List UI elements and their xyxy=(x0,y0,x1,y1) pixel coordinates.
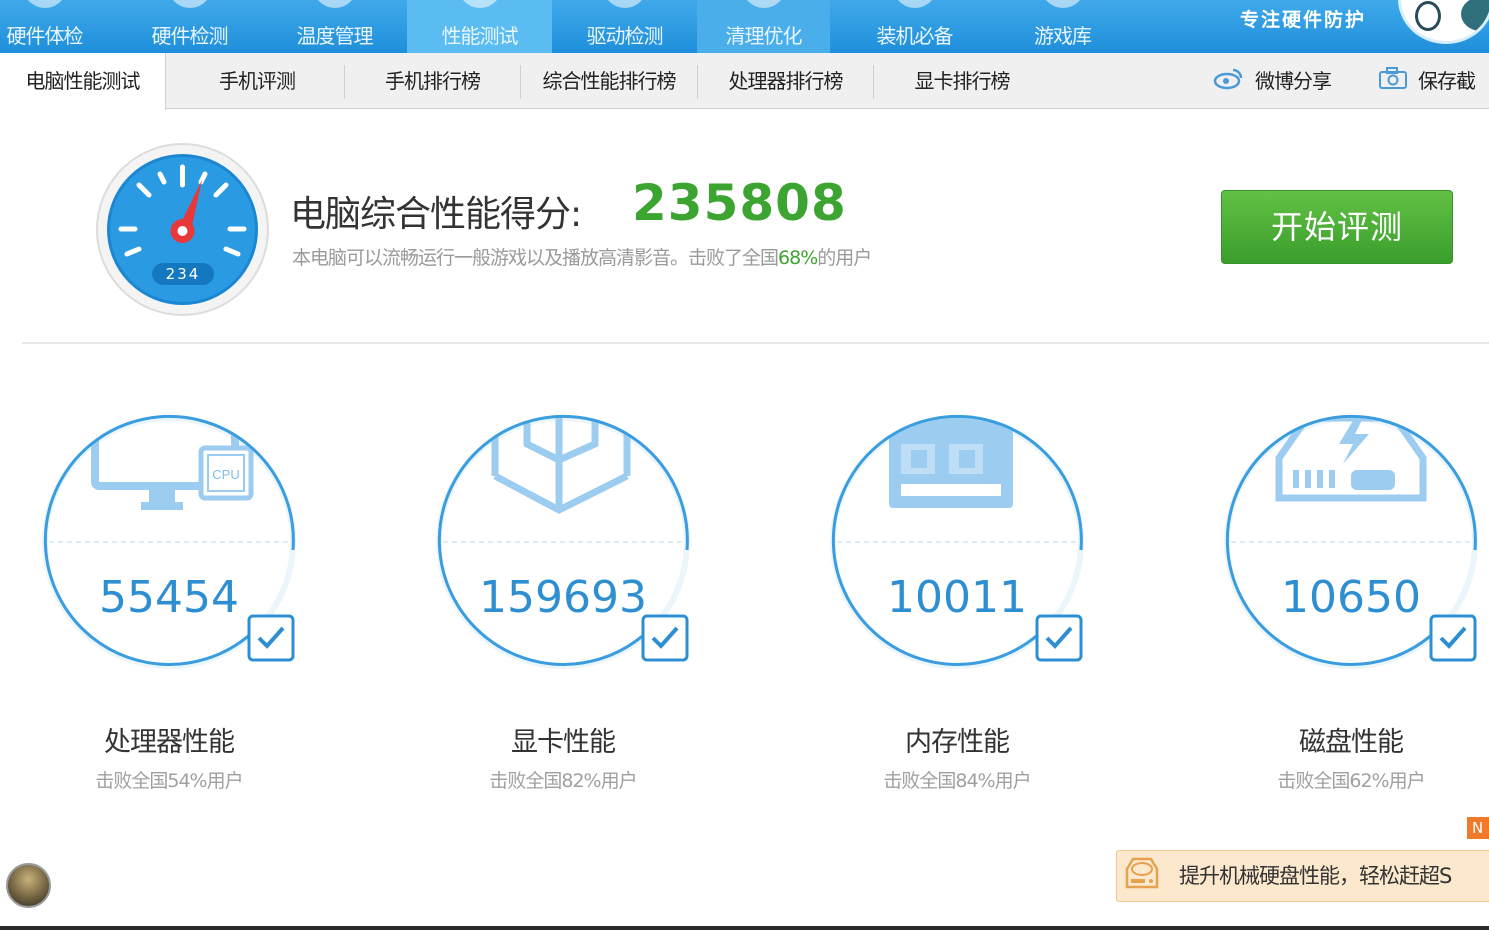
nav-tab-label: 硬件检测 xyxy=(151,24,229,48)
nav-tab-hardware-check[interactable]: 硬件体检 xyxy=(0,0,117,53)
slogan: 专注硬件防护 xyxy=(1240,9,1367,31)
score-desc-text: 本电脑可以流畅运行一般游戏以及播放高清影音。击败了全国 xyxy=(292,247,779,269)
save-screenshot-label: 保存截 xyxy=(1418,69,1476,93)
chip-icon xyxy=(167,0,212,8)
tab-phone-ranking[interactable]: 手机排行榜 xyxy=(345,53,520,109)
nav-tab-label: 硬件体检 xyxy=(6,24,84,48)
disk-performance-title: 磁盘性能 xyxy=(1299,727,1404,758)
nav-tab-game-library[interactable]: 游戏库 xyxy=(990,0,1135,53)
nav-tab-label: 清理优化 xyxy=(725,24,803,48)
mascot-eye-icon xyxy=(1415,1,1441,31)
nav-tab-driver[interactable]: 驱动检测 xyxy=(552,0,697,53)
disk-performance-card: 10650 磁盘性能 击败全国62%用户 xyxy=(1215,400,1489,800)
weibo-icon xyxy=(1213,55,1245,111)
nav-tab-label: 装机必备 xyxy=(876,24,954,48)
cpu-performance-card: CPU 55454 处理器性能 击败全国54%用户 xyxy=(33,400,333,800)
cpu-performance-rank: 击败全国54%用户 xyxy=(95,770,243,792)
gpu-performance-card: 159693 显卡性能 击败全国82%用户 xyxy=(427,400,727,800)
disk-performance-rank: 击败全国62%用户 xyxy=(1277,770,1425,792)
thermometer-icon xyxy=(312,0,357,8)
nav-tab-hardware-detect[interactable]: 硬件检测 xyxy=(117,0,262,53)
score-description: 本电脑可以流畅运行一般游戏以及播放高清影音。击败了全国68%的用户 xyxy=(292,243,872,270)
disk-checkbox[interactable] xyxy=(1429,614,1477,662)
gamepad-icon xyxy=(1040,0,1085,8)
cpu-chip-label: CPU xyxy=(212,467,239,482)
nav-tab-label: 性能测试 xyxy=(441,24,519,48)
weibo-share-button[interactable]: 微博分享 xyxy=(1213,53,1332,111)
monitor-icon xyxy=(22,0,67,8)
weibo-share-label: 微博分享 xyxy=(1255,69,1332,93)
speedometer-icon: 234 xyxy=(96,143,269,316)
nav-tab-label: 游戏库 xyxy=(1034,24,1092,48)
nav-tab-temperature[interactable]: 温度管理 xyxy=(262,0,407,53)
bottom-border xyxy=(0,926,1489,930)
score-label: 电脑综合性能得分: xyxy=(290,194,582,235)
gpu-performance-rank: 击败全国82%用户 xyxy=(489,770,637,792)
box-icon xyxy=(892,0,937,8)
memory-performance-title: 内存性能 xyxy=(905,727,1010,758)
score-desc-percent: 68% xyxy=(778,247,818,269)
tab-pc-performance-test[interactable]: 电脑性能测试 xyxy=(0,53,166,110)
cpu-performance-title: 处理器性能 xyxy=(104,727,235,758)
start-test-button[interactable]: 开始评测 xyxy=(1221,190,1453,264)
section-divider xyxy=(22,342,1489,344)
new-badge: N xyxy=(1467,817,1489,839)
gauge-icon xyxy=(457,0,502,8)
user-avatar[interactable] xyxy=(6,863,51,908)
gauge-readout: 234 xyxy=(165,265,201,283)
promo-text: 提升机械硬盘性能，轻松赶超S xyxy=(1179,864,1452,888)
top-nav: 硬件体检 硬件检测 温度管理 性能测试 驱动检测 清理优化 装机必备 游戏库 专… xyxy=(0,0,1489,53)
broom-icon xyxy=(741,0,786,8)
tab-gpu-ranking[interactable]: 显卡排行榜 xyxy=(874,53,1050,109)
sub-nav: 电脑性能测试 手机评测 手机排行榜 综合性能排行榜 处理器排行榜 显卡排行榜 微… xyxy=(0,53,1489,111)
camera-icon xyxy=(1378,55,1408,111)
nav-tab-cleanup[interactable]: 清理优化 xyxy=(697,0,830,53)
driver-icon xyxy=(602,0,647,8)
mascot-avatar[interactable] xyxy=(1398,0,1489,44)
gpu-performance-title: 显卡性能 xyxy=(511,727,616,758)
score-desc-suffix: 的用户 xyxy=(817,247,872,269)
tab-cpu-ranking[interactable]: 处理器排行榜 xyxy=(698,53,873,109)
save-screenshot-button[interactable]: 保存截 xyxy=(1378,53,1476,111)
mascot-body-icon xyxy=(1461,0,1489,31)
nav-tab-performance[interactable]: 性能测试 xyxy=(407,0,552,53)
cpu-checkbox[interactable] xyxy=(247,614,295,662)
nav-tab-label: 驱动检测 xyxy=(586,24,664,48)
disk-boost-promo[interactable]: 提升机械硬盘性能，轻松赶超S xyxy=(1116,850,1489,902)
hard-disk-icon xyxy=(1125,857,1159,889)
memory-performance-rank: 击败全国84%用户 xyxy=(883,770,1031,792)
score-value: 235808 xyxy=(632,174,847,232)
memory-performance-card: 10011 内存性能 击败全国84%用户 xyxy=(821,400,1121,800)
tab-overall-ranking[interactable]: 综合性能排行榜 xyxy=(521,53,697,109)
nav-tab-essentials[interactable]: 装机必备 xyxy=(842,0,987,53)
nav-tab-label: 温度管理 xyxy=(296,24,374,48)
gpu-checkbox[interactable] xyxy=(641,614,689,662)
memory-checkbox[interactable] xyxy=(1035,614,1083,662)
tab-phone-review[interactable]: 手机评测 xyxy=(170,53,344,109)
